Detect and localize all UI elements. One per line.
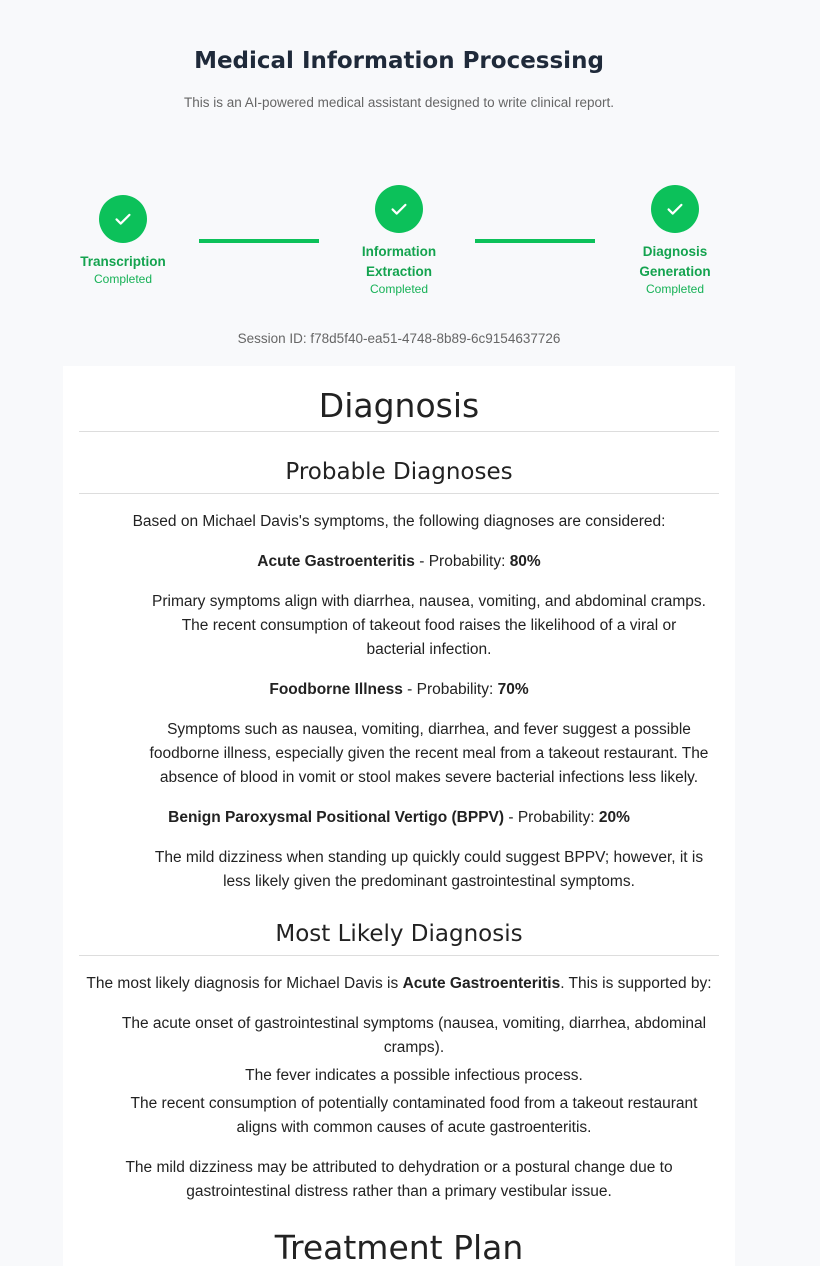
- step-transcription-check-icon: [99, 195, 147, 243]
- most-likely-intro: The most likely diagnosis for Michael Da…: [86, 975, 712, 992]
- section-divider: [79, 493, 719, 494]
- diagnosis-item-description: The mild dizziness when standing up quic…: [154, 849, 704, 890]
- step-transcription-status: Completed: [93, 272, 153, 286]
- report-card: Diagnosis Probable Diagnoses Based on Mi…: [63, 366, 735, 1266]
- probable-intro: Based on Michael Davis's symptoms, the f…: [132, 513, 666, 530]
- diagnosis-item-title: Acute Gastroenteritis - Probability: 80%: [257, 553, 541, 570]
- step-connector-2: [475, 239, 595, 243]
- step-extraction-check-icon: [375, 185, 423, 233]
- session-id: Session ID: f78d5f40-ea51-4748-8b89-6c91…: [237, 331, 561, 346]
- page-title: Medical Information Processing: [194, 48, 604, 74]
- diagnosis-heading: Diagnosis: [318, 386, 480, 425]
- step-transcription-label: Transcription: [80, 254, 166, 269]
- most-likely-note: The mild dizziness may be attributed to …: [125, 1159, 673, 1200]
- step-connector-1: [199, 239, 319, 243]
- page-subtitle: This is an AI-powered medical assistant …: [184, 95, 614, 110]
- step-extraction-label: Information Extraction: [361, 244, 437, 279]
- support-item: The fever indicates a possible infectiou…: [245, 1067, 583, 1084]
- treatment-plan-heading: Treatment Plan: [274, 1228, 524, 1266]
- heading-divider: [79, 431, 719, 432]
- step-diagnosis-label: Diagnosis Generation: [639, 244, 711, 279]
- most-likely-heading: Most Likely Diagnosis: [275, 921, 523, 947]
- step-extraction-status: Completed: [369, 282, 429, 296]
- diagnosis-item-description: Primary symptoms align with diarrhea, na…: [152, 593, 706, 658]
- support-item: The recent consumption of potentially co…: [130, 1095, 698, 1136]
- step-diagnosis-status: Completed: [645, 282, 705, 296]
- probable-diagnoses-heading: Probable Diagnoses: [285, 459, 513, 485]
- diagnosis-item-title: Benign Paroxysmal Positional Vertigo (BP…: [168, 809, 630, 826]
- support-item: The acute onset of gastrointestinal symp…: [121, 1015, 707, 1056]
- diagnosis-item-description: Symptoms such as nausea, vomiting, diarr…: [149, 721, 709, 786]
- step-diagnosis-check-icon: [651, 185, 699, 233]
- section-divider: [79, 955, 719, 956]
- diagnosis-item-title: Foodborne Illness - Probability: 70%: [269, 681, 529, 698]
